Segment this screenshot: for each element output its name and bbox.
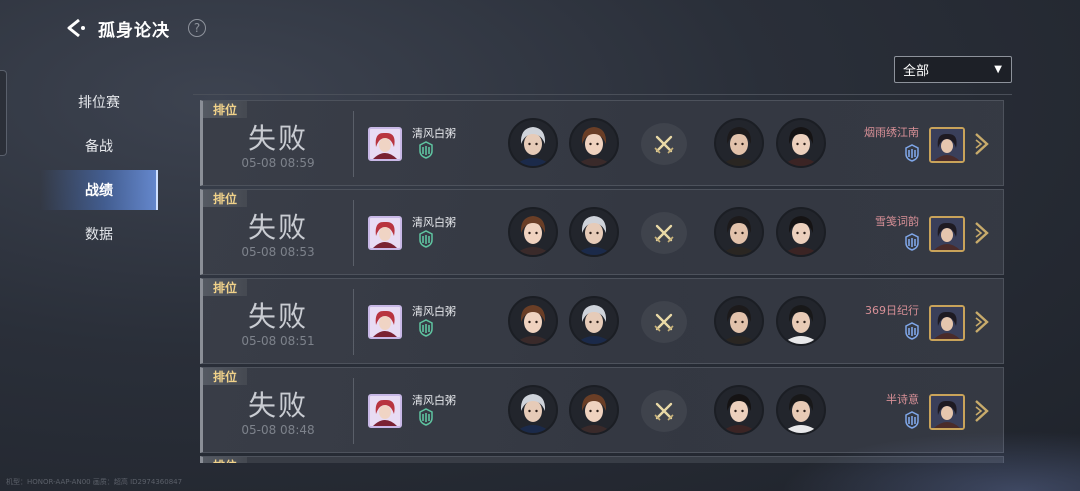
match-time: 05-08 08:59 — [241, 156, 315, 170]
sidebar-item-label: 战绩 — [85, 183, 113, 199]
teammate-avatar — [569, 385, 619, 435]
match-type-tag: 排位 — [203, 457, 247, 463]
opponent-hero-portrait — [929, 216, 965, 252]
enemy-avatar — [776, 385, 826, 435]
player-name: 清风白粥 — [412, 305, 456, 318]
sidebar-item-label: 排位赛 — [78, 95, 120, 111]
match-time: 05-08 08:51 — [241, 334, 315, 348]
rank-icon — [417, 141, 435, 159]
player-hero-portrait — [368, 216, 402, 250]
opponent-hero-portrait — [929, 394, 965, 430]
teammate-avatar — [508, 296, 558, 346]
player-hero-portrait — [368, 394, 402, 428]
match-record-row[interactable]: 排位 失败 05-08 08:51 清风白粥 369日纪行 — [200, 278, 1004, 364]
page-title: 孤身论决 — [98, 20, 170, 41]
filter-dropdown[interactable]: 全部 ▼ — [894, 56, 1012, 83]
back-button[interactable] — [64, 16, 88, 40]
enemy-avatar — [776, 118, 826, 168]
player-name: 清风白粥 — [412, 394, 456, 407]
enemy-avatar — [714, 385, 764, 435]
enemy-avatar — [776, 296, 826, 346]
player-hero-portrait — [368, 305, 402, 339]
divider — [353, 289, 354, 355]
enemy-avatar — [714, 296, 764, 346]
collapse-tab[interactable] — [0, 70, 7, 156]
device-info: 机型：HONOR-AAP-AN00 画质：超高 ID2974360847 — [6, 478, 183, 486]
teammate-avatar — [569, 118, 619, 168]
chevron-right-icon[interactable] — [973, 399, 991, 423]
player-hero-portrait — [368, 127, 402, 161]
player-name: 清风白粥 — [412, 216, 456, 229]
back-arrow-icon — [67, 18, 85, 38]
result-text: 失败 — [247, 389, 308, 422]
result-text: 失败 — [247, 300, 308, 333]
chevron-right-icon[interactable] — [973, 132, 991, 156]
help-button[interactable]: ? — [188, 19, 206, 37]
opponent-name: 烟雨绣江南 — [864, 126, 919, 139]
crossed-swords-icon — [641, 301, 687, 343]
rank-icon — [417, 319, 435, 337]
enemy-avatar — [776, 207, 826, 257]
match-type-tag: 排位 — [203, 190, 247, 207]
sidebar-item-data[interactable]: 数据 — [40, 214, 158, 254]
opponent-name: 半诗意 — [886, 393, 919, 406]
sidebar-item-label: 数据 — [85, 227, 113, 243]
opponent-name: 雪笺词韵 — [875, 215, 919, 228]
teammate-avatar — [508, 118, 558, 168]
teammate-avatar — [569, 296, 619, 346]
opponent-rank-icon — [903, 411, 921, 429]
decorative-glow — [780, 431, 1080, 491]
match-result: 失败 05-08 08:48 — [203, 389, 353, 438]
match-record-row[interactable]: 排位 失败 05-08 08:53 清风白粥 雪笺词韵 — [200, 189, 1004, 275]
divider — [353, 200, 354, 266]
match-type-tag: 排位 — [203, 101, 247, 118]
opponent-hero-portrait — [929, 127, 965, 163]
divider — [353, 378, 354, 444]
crossed-swords-icon — [641, 123, 687, 165]
enemy-avatar — [714, 118, 764, 168]
teammate-avatar — [508, 385, 558, 435]
sidebar: 排位赛 备战 战绩 数据 — [40, 82, 158, 258]
sidebar-item-prepare[interactable]: 备战 — [40, 126, 158, 166]
opponent-rank-icon — [903, 322, 921, 340]
result-text: 失败 — [247, 211, 308, 244]
match-result: 失败 05-08 08:53 — [203, 211, 353, 260]
match-list[interactable]: 排位 失败 05-08 08:59 清风白粥 烟雨绣江南 排位 失败 05-08 08:53 清… — [200, 100, 1004, 463]
opponent-rank-icon — [903, 233, 921, 251]
sidebar-item-records[interactable]: 战绩 — [40, 170, 158, 210]
chevron-right-icon[interactable] — [973, 221, 991, 245]
sidebar-item-label: 备战 — [85, 139, 113, 155]
result-text: 失败 — [247, 122, 308, 155]
match-record-row[interactable]: 排位 失败 05-08 08:59 清风白粥 烟雨绣江南 — [200, 100, 1004, 186]
opponent-name: 369日纪行 — [865, 304, 919, 317]
match-time: 05-08 08:48 — [241, 423, 315, 437]
opponent-hero-portrait — [929, 305, 965, 341]
chevron-right-icon[interactable] — [973, 310, 991, 334]
crossed-swords-icon — [641, 212, 687, 254]
player-name: 清风白粥 — [412, 127, 456, 140]
filter-selected: 全部 — [903, 64, 930, 79]
match-time: 05-08 08:53 — [241, 245, 315, 259]
match-result: 失败 05-08 08:59 — [203, 122, 353, 171]
opponent-rank-icon — [903, 144, 921, 162]
sidebar-item-ranked[interactable]: 排位赛 — [40, 82, 158, 122]
teammate-avatar — [569, 207, 619, 257]
teammate-avatar — [508, 207, 558, 257]
enemy-avatar — [714, 207, 764, 257]
crossed-swords-icon — [641, 390, 687, 432]
match-type-tag: 排位 — [203, 368, 247, 385]
match-type-tag: 排位 — [203, 279, 247, 296]
rank-icon — [417, 408, 435, 426]
match-result: 失败 05-08 08:51 — [203, 300, 353, 349]
page-header: 孤身论决 ? — [64, 14, 206, 42]
divider — [193, 94, 1012, 95]
dropdown-arrow-icon: ▼ — [994, 64, 1002, 75]
divider — [353, 111, 354, 177]
rank-icon — [417, 230, 435, 248]
